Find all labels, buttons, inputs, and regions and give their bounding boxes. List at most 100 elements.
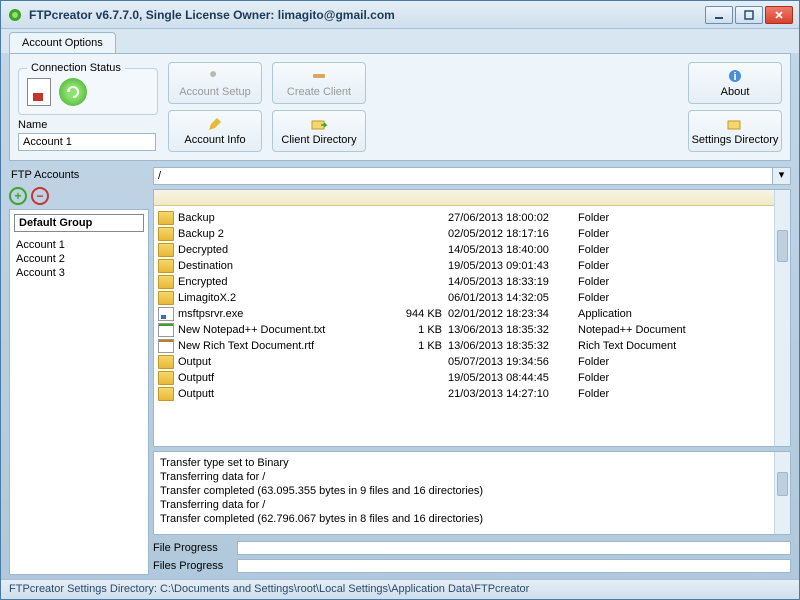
settings-directory-button[interactable]: Settings Directory	[688, 110, 782, 152]
account-info-button[interactable]: Account Info	[168, 110, 262, 152]
statusbar: FTPcreator Settings Directory: C:\Docume…	[1, 579, 799, 599]
file-row[interactable]: Decrypted 14/05/2013 18:40:00Folder	[154, 242, 790, 258]
file-date: 14/05/2013 18:40:00	[448, 244, 578, 256]
file-date: 14/05/2013 18:33:19	[448, 276, 578, 288]
account-item[interactable]: Account 1	[14, 238, 144, 252]
folder-icon	[158, 371, 174, 385]
log-line: Transfer completed (62.796.067 bytes in …	[160, 512, 784, 526]
file-row[interactable]: msftpsrvr.exe944 KB02/01/2012 18:23:34Ap…	[154, 306, 790, 322]
file-row[interactable]: Backup27/06/2013 18:00:02Folder	[154, 210, 790, 226]
file-progress-bar	[237, 541, 791, 555]
file-size: 944 KB	[403, 308, 448, 320]
file-date: 21/03/2013 14:27:10	[448, 388, 578, 400]
folder-icon	[158, 211, 174, 225]
file-name: msftpsrvr.exe	[178, 308, 403, 320]
file-name: Backup 2	[178, 228, 403, 240]
file-list[interactable]: Backup27/06/2013 18:00:02Folder Backup 2 0…	[153, 189, 791, 447]
file-type: Rich Text Document	[578, 340, 786, 352]
log-line: Transfer completed (63.095.355 bytes in …	[160, 484, 784, 498]
remote-path-input[interactable]	[153, 167, 773, 185]
tab-account-options[interactable]: Account Options	[9, 32, 116, 53]
log-line: Transfer type set to Binary	[160, 456, 784, 470]
maximize-button[interactable]	[735, 6, 763, 24]
create-client-button[interactable]: Create Client	[272, 62, 366, 104]
name-label: Name	[18, 119, 158, 131]
file-name: Output	[178, 356, 403, 368]
file-type: Folder	[578, 260, 786, 272]
account-item[interactable]: Account 3	[14, 266, 144, 280]
file-date: 02/05/2012 18:17:16	[448, 228, 578, 240]
ftp-accounts-label: FTP Accounts	[9, 167, 149, 183]
new-icon	[311, 68, 327, 84]
account-item[interactable]: Account 2	[14, 252, 144, 266]
files-progress-bar	[237, 559, 791, 573]
file-name: New Rich Text Document.rtf	[178, 340, 403, 352]
about-button[interactable]: i About	[688, 62, 782, 104]
file-progress-label: File Progress	[153, 542, 231, 554]
account-group[interactable]: Default Group	[14, 214, 144, 232]
file-type: Application	[578, 308, 786, 320]
file-name: Outputf	[178, 372, 403, 384]
folder-icon	[158, 227, 174, 241]
file-row[interactable]: Encrypted 14/05/2013 18:33:19Folder	[154, 274, 790, 290]
file-row[interactable]: New Rich Text Document.rtf1 KB13/06/2013…	[154, 338, 790, 354]
file-list-scrollbar[interactable]	[774, 190, 790, 446]
file-date: 19/05/2013 09:01:43	[448, 260, 578, 272]
file-date: 13/06/2013 18:35:32	[448, 340, 578, 352]
file-type: Folder	[578, 292, 786, 304]
file-row[interactable]: Backup 2 02/05/2012 18:17:16Folder	[154, 226, 790, 242]
svg-text:i: i	[733, 71, 736, 83]
app-window: FTPcreator v6.7.7.0, Single License Owne…	[0, 0, 800, 600]
file-row[interactable]: Output 05/07/2013 19:34:56Folder	[154, 354, 790, 370]
top-toolbar-panel: Connection Status Name Account Setup Acc…	[9, 53, 791, 161]
file-row[interactable]: Destination 19/05/2013 09:01:43Folder	[154, 258, 790, 274]
folder-icon	[158, 387, 174, 401]
file-name: Outputt	[178, 388, 403, 400]
minimize-button[interactable]	[705, 6, 733, 24]
file-type: Folder	[578, 244, 786, 256]
client-directory-button[interactable]: Client Directory	[272, 110, 366, 152]
file-type: Folder	[578, 228, 786, 240]
add-account-button[interactable]: +	[9, 187, 27, 205]
file-name: LimagitoX.2	[178, 292, 403, 304]
wrench-icon	[207, 68, 223, 84]
file-date: 19/05/2013 08:44:45	[448, 372, 578, 384]
file-date: 05/07/2013 19:34:56	[448, 356, 578, 368]
close-button[interactable]	[765, 6, 793, 24]
folder-icon	[158, 243, 174, 257]
file-name: Backup	[178, 212, 403, 224]
server-icon	[27, 78, 51, 106]
transfer-log[interactable]: Transfer type set to Binary Transferring …	[153, 451, 791, 535]
account-setup-button[interactable]: Account Setup	[168, 62, 262, 104]
file-row[interactable]: Outputt 21/03/2013 14:27:10Folder	[154, 386, 790, 402]
path-dropdown-button[interactable]: ▾	[773, 167, 791, 185]
file-name: New Notepad++ Document.txt	[178, 324, 403, 336]
connection-status-box: Connection Status	[18, 62, 158, 115]
folder-gear-icon	[727, 116, 743, 132]
file-type: Folder	[578, 212, 786, 224]
file-type: Notepad++ Document	[578, 324, 786, 336]
accounts-tree[interactable]: Default Group Account 1Account 2Account …	[9, 209, 149, 575]
file-name: Destination	[178, 260, 403, 272]
file-date: 06/01/2013 14:32:05	[448, 292, 578, 304]
file-type: Folder	[578, 356, 786, 368]
account-name-input[interactable]	[18, 133, 156, 151]
folder-icon	[158, 291, 174, 305]
log-scrollbar[interactable]	[774, 452, 790, 534]
file-list-header	[154, 190, 790, 206]
log-line: Transferring data for /	[160, 498, 784, 512]
delete-account-button[interactable]: −	[31, 187, 49, 205]
file-name: Decrypted	[178, 244, 403, 256]
file-row[interactable]: LimagitoX.2 06/01/2013 14:32:05Folder	[154, 290, 790, 306]
connect-icon[interactable]	[59, 78, 87, 106]
exe-icon	[158, 307, 174, 321]
folder-arrow-icon	[311, 116, 327, 132]
file-row[interactable]: Outputf 19/05/2013 08:44:45Folder	[154, 370, 790, 386]
txt-icon	[158, 323, 174, 337]
file-row[interactable]: New Notepad++ Document.txt1 KB13/06/2013…	[154, 322, 790, 338]
file-type: Folder	[578, 276, 786, 288]
file-type: Folder	[578, 372, 786, 384]
file-type: Folder	[578, 388, 786, 400]
tabstrip: Account Options	[1, 29, 799, 53]
file-name: Encrypted	[178, 276, 403, 288]
